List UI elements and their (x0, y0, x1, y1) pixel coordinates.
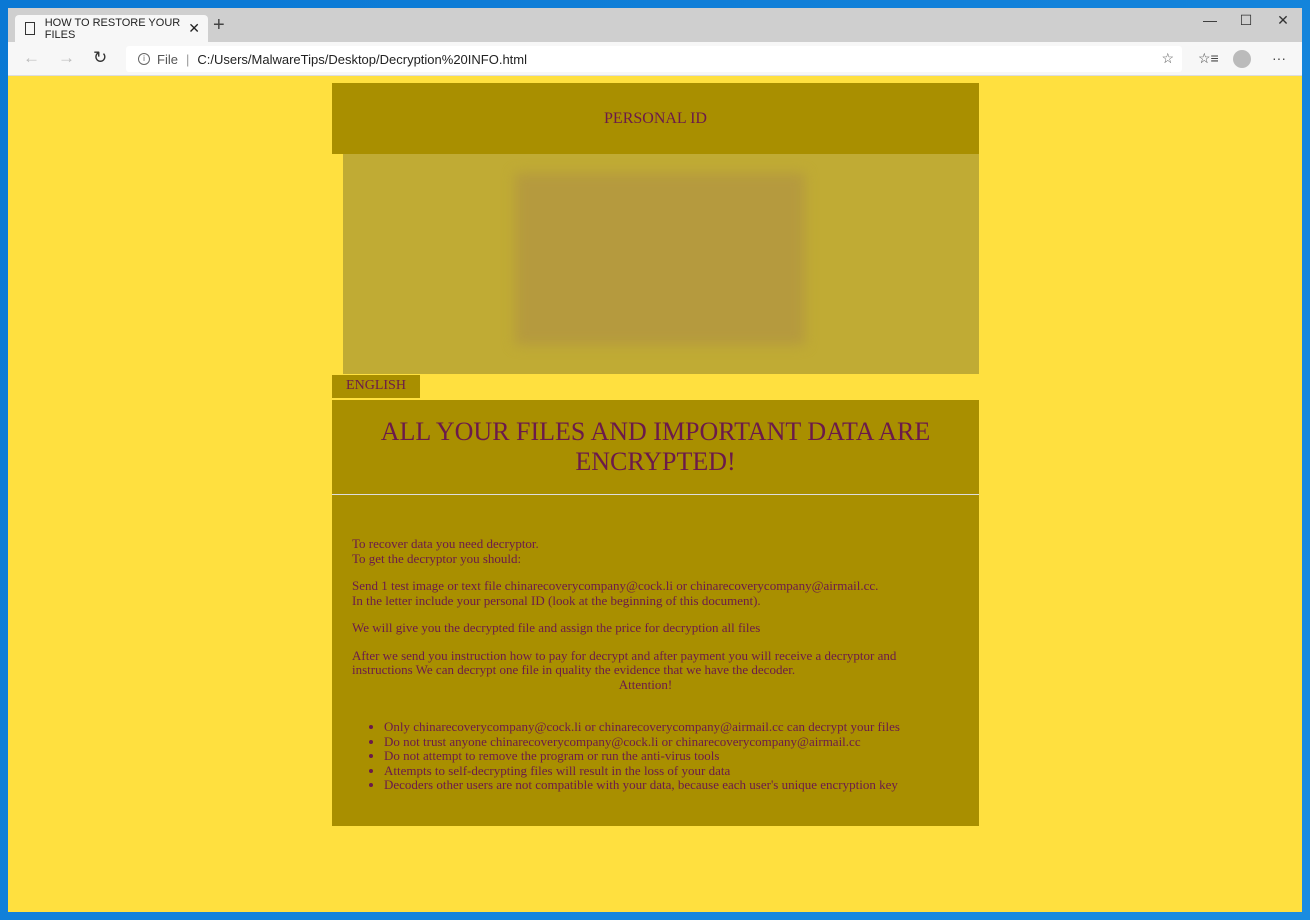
tab-bar: HOW TO RESTORE YOUR FILES ✕ + — ☐ ✕ (8, 8, 1302, 42)
ransom-note: ALL YOUR FILES AND IMPORTANT DATA ARE EN… (332, 400, 979, 826)
refresh-icon[interactable]: ↻ (93, 48, 107, 68)
attention-label: Attention! (618, 676, 673, 692)
list-item: Do not attempt to remove the program or … (384, 748, 959, 764)
language-tab-english[interactable]: ENGLISH (332, 375, 420, 398)
forward-icon[interactable]: → (58, 48, 75, 68)
profile-avatar[interactable] (1233, 50, 1251, 68)
back-icon[interactable]: ← (23, 48, 40, 68)
list-item: Do not trust anyone chinarecoverycompany… (384, 734, 959, 750)
list-item: Only chinarecoverycompany@cock.li or chi… (384, 719, 959, 735)
note-body: To recover data you need decryptor. To ge… (332, 495, 979, 793)
paragraph: To recover data you need decryptor. To ge… (352, 536, 539, 566)
close-window-icon[interactable]: ✕ (1265, 12, 1301, 29)
warning-list: Only chinarecoverycompany@cock.li or chi… (384, 719, 959, 793)
personal-id-header: PERSONAL ID (332, 83, 979, 154)
info-icon[interactable]: i (138, 53, 150, 65)
favorite-star-icon[interactable]: ☆ (1161, 50, 1174, 67)
toolbar: ← → ↻ i File | C:/Users/MalwareTips/Desk… (8, 42, 1302, 76)
tab-title: HOW TO RESTORE YOUR FILES (44, 16, 181, 41)
list-item: Attempts to self-decrypting files will r… (384, 763, 959, 779)
maximize-icon[interactable]: ☐ (1228, 12, 1264, 29)
list-item: Decoders other users are not compatible … (384, 777, 959, 793)
paragraph: After we send you instruction how to pay… (352, 647, 897, 677)
more-icon[interactable]: ··· (1272, 50, 1286, 66)
new-tab-icon[interactable]: + (213, 14, 225, 37)
address-bar[interactable]: i File | C:/Users/MalwareTips/Desktop/De… (126, 46, 1182, 72)
paragraph: Send 1 test image or text file chinareco… (352, 578, 879, 608)
page-content: PERSONAL ID ENGLISH ALL YOUR FILES AND I… (8, 76, 1302, 912)
document-icon (25, 22, 35, 35)
personal-id-area (343, 154, 979, 374)
close-tab-icon[interactable]: ✕ (188, 20, 200, 37)
url-text[interactable]: C:/Users/MalwareTips/Desktop/Decryption%… (197, 52, 527, 67)
paragraph: We will give you the decrypted file and … (352, 620, 761, 635)
tab-active[interactable]: HOW TO RESTORE YOUR FILES ✕ (15, 15, 208, 42)
scheme-label: File (157, 51, 178, 67)
blurred-personal-id (515, 173, 805, 345)
favorites-icon[interactable]: ☆≡ (1198, 50, 1219, 67)
headline: ALL YOUR FILES AND IMPORTANT DATA ARE EN… (380, 417, 931, 476)
browser-window: HOW TO RESTORE YOUR FILES ✕ + — ☐ ✕ ← → … (8, 8, 1302, 912)
minimize-icon[interactable]: — (1192, 12, 1228, 28)
divider: | (185, 51, 190, 67)
